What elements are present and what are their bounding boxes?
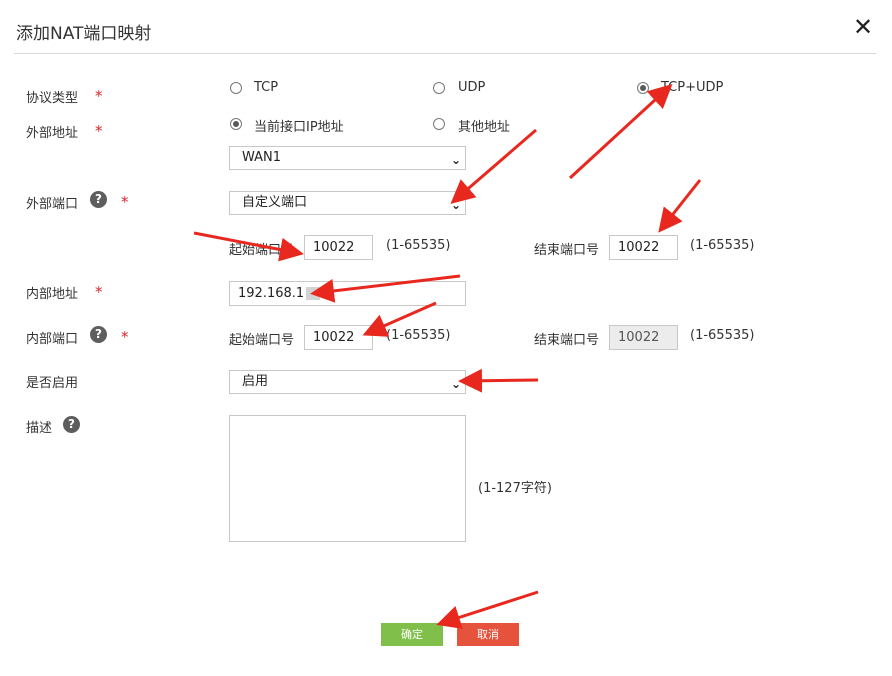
required-mark: * xyxy=(95,87,103,105)
radio-tcp-udp[interactable] xyxy=(637,82,649,94)
radio-other-address-label: 其他地址 xyxy=(458,120,511,135)
internal-address-input[interactable]: 192.168.1 xyxy=(229,281,466,306)
internal-start-port-range: (1-65535) xyxy=(386,328,451,343)
interface-select[interactable]: WAN1 ⌄ xyxy=(229,146,466,170)
external-port-label: 外部端口 xyxy=(26,197,79,212)
radio-tcp-label: TCP xyxy=(254,80,279,95)
help-icon[interactable]: ? xyxy=(90,326,107,343)
external-start-port-range: (1-65535) xyxy=(386,238,451,253)
internal-start-port-label: 起始端口号 xyxy=(229,333,295,348)
redacted-octet xyxy=(306,287,320,300)
radio-tcp[interactable] xyxy=(230,82,242,94)
header-divider xyxy=(14,53,876,54)
internal-end-port-range: (1-65535) xyxy=(690,328,755,343)
external-start-port-input[interactable]: 10022 xyxy=(304,235,373,260)
radio-other-address[interactable] xyxy=(433,118,445,130)
internal-port-label: 内部端口 xyxy=(26,332,79,347)
arrow-to-ext-end-port xyxy=(658,179,702,233)
radio-current-interface-ip[interactable] xyxy=(230,118,242,130)
external-start-port-label: 起始端口号 xyxy=(229,243,295,258)
dialog-title: 添加NAT端口映射 xyxy=(16,24,152,44)
help-icon[interactable]: ? xyxy=(63,416,80,433)
enabled-label: 是否启用 xyxy=(26,376,79,391)
external-port-mode-select[interactable]: 自定义端口 ⌄ xyxy=(229,191,466,215)
description-hint: (1-127字符) xyxy=(478,481,552,496)
radio-tcp-udp-label: TCP+UDP xyxy=(661,80,724,95)
help-icon[interactable]: ? xyxy=(90,191,107,208)
internal-end-port-input: 10022 xyxy=(609,325,678,350)
external-end-port-label: 结束端口号 xyxy=(534,243,600,258)
radio-udp[interactable] xyxy=(433,82,445,94)
radio-udp-label: UDP xyxy=(458,80,486,95)
external-end-port-range: (1-65535) xyxy=(690,238,755,253)
description-label: 描述 xyxy=(26,421,53,436)
chevron-down-icon: ⌄ xyxy=(450,198,461,212)
internal-start-port-input[interactable]: 10022 xyxy=(304,325,373,350)
enabled-select[interactable]: 启用 ⌄ xyxy=(229,370,466,394)
required-mark: * xyxy=(95,122,103,140)
required-mark: * xyxy=(121,328,129,346)
chevron-down-icon: ⌄ xyxy=(450,153,461,167)
external-end-port-input[interactable]: 10022 xyxy=(609,235,678,260)
enabled-select-value: 启用 xyxy=(242,374,269,389)
radio-current-interface-ip-label: 当前接口IP地址 xyxy=(254,120,344,135)
external-address-label: 外部地址 xyxy=(26,126,79,141)
external-port-mode-value: 自定义端口 xyxy=(242,195,308,210)
cancel-button[interactable]: 取消 xyxy=(457,623,519,646)
interface-select-value: WAN1 xyxy=(242,150,282,165)
description-textarea[interactable] xyxy=(229,415,466,542)
arrow-to-tcp-udp xyxy=(568,83,673,180)
arrow-to-port-mode xyxy=(450,128,537,204)
chevron-down-icon: ⌄ xyxy=(450,377,461,391)
protocol-label: 协议类型 xyxy=(26,91,79,106)
required-mark: * xyxy=(95,283,103,301)
confirm-button[interactable]: 确定 xyxy=(381,623,443,646)
arrow-to-confirm xyxy=(436,590,539,629)
required-mark: * xyxy=(121,193,129,211)
close-icon[interactable]: ✕ xyxy=(848,12,878,42)
internal-address-label: 内部地址 xyxy=(26,287,79,302)
internal-end-port-label: 结束端口号 xyxy=(534,333,600,348)
arrow-to-enabled-select xyxy=(458,368,539,393)
